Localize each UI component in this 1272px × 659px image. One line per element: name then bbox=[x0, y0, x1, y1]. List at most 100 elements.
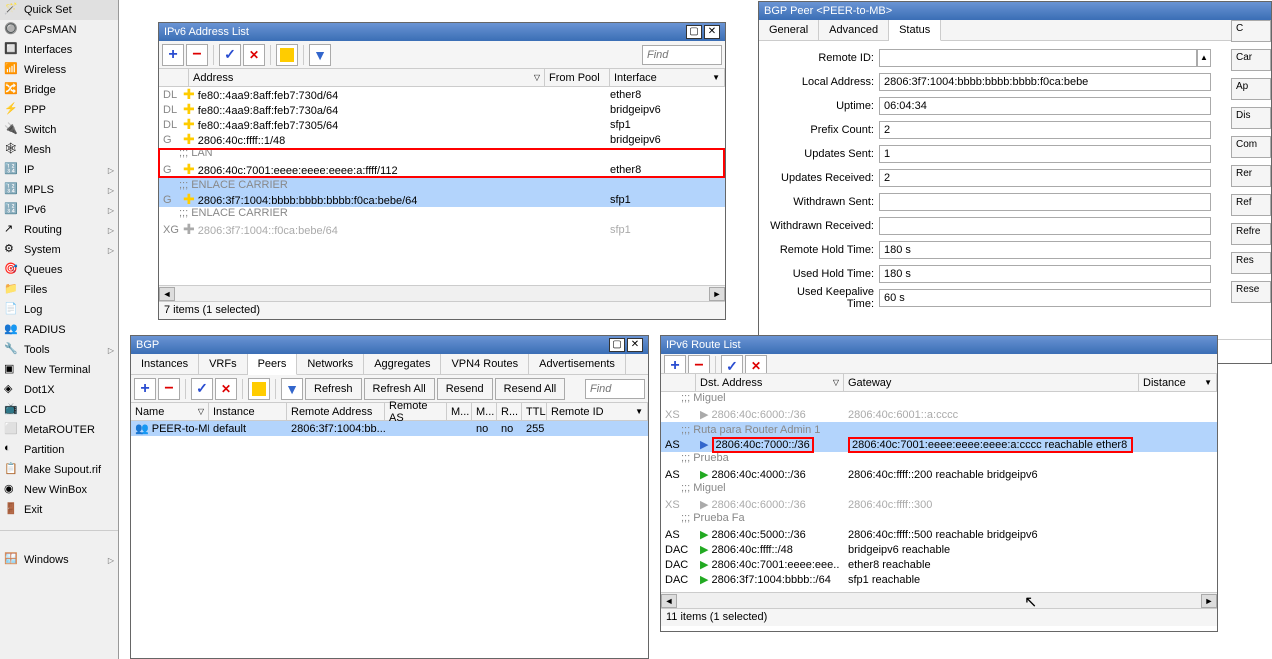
sidebar-item-ipv6[interactable]: 🔢IPv6▷ bbox=[0, 200, 118, 220]
resend-all-button[interactable]: Resend All bbox=[495, 378, 566, 400]
field-input[interactable] bbox=[879, 145, 1211, 163]
comment-button[interactable] bbox=[248, 378, 270, 400]
side-button-5[interactable]: Rer bbox=[1231, 165, 1271, 187]
tab-vpn4-routes[interactable]: VPN4 Routes bbox=[441, 354, 529, 374]
field-input[interactable] bbox=[879, 289, 1211, 307]
sidebar-item-log[interactable]: 📄Log bbox=[0, 300, 118, 320]
field-input[interactable] bbox=[879, 193, 1211, 211]
address-row[interactable]: DL✚ fe80::4aa9:8aff:feb7:7305/64sfp1 bbox=[159, 117, 725, 132]
bgppeer-titlebar[interactable]: BGP Peer <PEER-to-MB> bbox=[759, 2, 1271, 20]
field-input[interactable] bbox=[879, 97, 1211, 115]
sidebar-item-ppp[interactable]: ⚡PPP bbox=[0, 100, 118, 120]
sidebar-item-interfaces[interactable]: 🔲Interfaces bbox=[0, 40, 118, 60]
address-row[interactable]: DL✚ fe80::4aa9:8aff:feb7:730d/64ether8 bbox=[159, 87, 725, 102]
sidebar-item-radius[interactable]: 👥RADIUS bbox=[0, 320, 118, 340]
enable-button[interactable]: ✓ bbox=[219, 44, 241, 66]
sidebar-item-ip[interactable]: 🔢IP▷ bbox=[0, 160, 118, 180]
tab-advanced[interactable]: Advanced bbox=[819, 20, 889, 40]
route-row[interactable]: XS▶ 2806:40c:6000::/362806:40c:ffff::300 bbox=[661, 497, 1217, 512]
sidebar-item-wireless[interactable]: 📶Wireless bbox=[0, 60, 118, 80]
sidebar-item-queues[interactable]: 🎯Queues bbox=[0, 260, 118, 280]
col-m2[interactable]: M... bbox=[472, 403, 497, 420]
tab-general[interactable]: General bbox=[759, 20, 819, 40]
side-button-8[interactable]: Res bbox=[1231, 252, 1271, 274]
col-m1[interactable]: M... bbox=[447, 403, 472, 420]
add-button[interactable]: + bbox=[162, 44, 184, 66]
field-input[interactable] bbox=[879, 121, 1211, 139]
sidebar-item-tools[interactable]: 🔧Tools▷ bbox=[0, 340, 118, 360]
col-address[interactable]: Address▽ bbox=[189, 69, 545, 86]
close-button[interactable]: ✕ bbox=[704, 25, 720, 39]
comment-button[interactable] bbox=[276, 44, 298, 66]
col-instance[interactable]: Instance bbox=[209, 403, 287, 420]
ipv6addr-titlebar[interactable]: IPv6 Address List ▢ ✕ bbox=[159, 23, 725, 41]
comment-row[interactable]: ;;; ENLACE CARRIER bbox=[159, 177, 725, 192]
sidebar-item-switch[interactable]: 🔌Switch bbox=[0, 120, 118, 140]
side-button-2[interactable]: Ap bbox=[1231, 78, 1271, 100]
col-name[interactable]: Name▽ bbox=[131, 403, 209, 420]
side-button-0[interactable]: C bbox=[1231, 20, 1271, 42]
field-input[interactable] bbox=[879, 217, 1211, 235]
side-button-4[interactable]: Com bbox=[1231, 136, 1271, 158]
col-ttl[interactable]: TTL bbox=[522, 403, 547, 420]
enable-button[interactable]: ✓ bbox=[721, 355, 743, 374]
refresh-all-button[interactable]: Refresh All bbox=[364, 378, 435, 400]
comment-row[interactable]: ;;; ENLACE CARRIER bbox=[159, 207, 725, 222]
side-button-6[interactable]: Ref bbox=[1231, 194, 1271, 216]
side-button-1[interactable]: Car bbox=[1231, 49, 1271, 71]
sidebar-item-make-supout.rif[interactable]: 📋Make Supout.rif bbox=[0, 460, 118, 480]
comment-row[interactable]: ;;; Miguel bbox=[661, 392, 1217, 407]
sidebar-item-windows[interactable]: 🪟 Windows ▷ bbox=[0, 550, 118, 570]
col-distance[interactable]: Distance▼ bbox=[1139, 374, 1217, 391]
side-button-7[interactable]: Refre bbox=[1231, 223, 1271, 245]
tab-vrfs[interactable]: VRFs bbox=[199, 354, 248, 374]
field-input[interactable] bbox=[879, 241, 1211, 259]
col-interface[interactable]: Interface▼ bbox=[610, 69, 725, 86]
route-row[interactable]: AS▶ 2806:40c:4000::/362806:40c:ffff::200… bbox=[661, 467, 1217, 482]
refresh-button[interactable]: Refresh bbox=[305, 378, 362, 400]
remove-button[interactable]: − bbox=[186, 44, 208, 66]
col-gateway[interactable]: Gateway bbox=[844, 374, 1139, 391]
add-button[interactable]: + bbox=[134, 378, 156, 400]
disable-button[interactable]: ✕ bbox=[215, 378, 237, 400]
col-r[interactable]: R... bbox=[497, 403, 522, 420]
up-arrow[interactable]: ▲ bbox=[1197, 49, 1211, 67]
col-remote-as[interactable]: Remote AS bbox=[385, 403, 447, 420]
address-row[interactable]: G✚ 2806:40c:ffff::1/48bridgeipv6 bbox=[159, 132, 725, 147]
close-button[interactable]: ✕ bbox=[627, 338, 643, 352]
sidebar-item-bridge[interactable]: 🔀Bridge bbox=[0, 80, 118, 100]
address-row[interactable]: XG✚ 2806:3f7:1004::f0ca:bebe/64sfp1 bbox=[159, 222, 725, 237]
sidebar-item-system[interactable]: ⚙System▷ bbox=[0, 240, 118, 260]
field-input[interactable] bbox=[879, 169, 1211, 187]
route-row[interactable]: DAC▶ 2806:40c:ffff::/48bridgeipv6 reacha… bbox=[661, 542, 1217, 557]
tab-instances[interactable]: Instances bbox=[131, 354, 199, 374]
h-scrollbar[interactable]: ◄► bbox=[159, 285, 725, 301]
filter-button[interactable]: ▼ bbox=[309, 44, 331, 66]
col-frompool[interactable]: From Pool bbox=[545, 69, 610, 86]
address-row[interactable]: G✚ 2806:40c:7001:eeee:eeee:eeee:a:ffff/1… bbox=[159, 162, 725, 177]
resend-button[interactable]: Resend bbox=[437, 378, 493, 400]
remove-button[interactable]: − bbox=[688, 355, 710, 374]
sidebar-item-capsman[interactable]: 🔘CAPsMAN bbox=[0, 20, 118, 40]
remove-button[interactable]: − bbox=[158, 378, 180, 400]
ipv6route-titlebar[interactable]: IPv6 Route List bbox=[661, 336, 1217, 354]
bgp-titlebar[interactable]: BGP ▢ ✕ bbox=[131, 336, 648, 354]
sidebar-item-new-terminal[interactable]: ▣New Terminal bbox=[0, 360, 118, 380]
disable-button[interactable]: ✕ bbox=[243, 44, 265, 66]
route-row[interactable]: AS▶ 2806:40c:5000::/362806:40c:ffff::500… bbox=[661, 527, 1217, 542]
route-row[interactable]: DAC▶ 2806:40c:7001:eeee:eee..ether8 reac… bbox=[661, 557, 1217, 572]
minimize-button[interactable]: ▢ bbox=[686, 25, 702, 39]
tab-status[interactable]: Status bbox=[889, 20, 941, 41]
find-input[interactable] bbox=[642, 45, 722, 65]
sidebar-item-quick-set[interactable]: 🪄Quick Set bbox=[0, 0, 118, 20]
sidebar-item-partition[interactable]: ◐Partition bbox=[0, 440, 118, 460]
comment-row[interactable]: ;;; Ruta para Router Admin 1 bbox=[661, 422, 1217, 437]
minimize-button[interactable]: ▢ bbox=[609, 338, 625, 352]
sidebar-item-metarouter[interactable]: ⬜MetaROUTER bbox=[0, 420, 118, 440]
address-row[interactable]: G✚ 2806:3f7:1004:bbbb:bbbb:bbbb:f0ca:beb… bbox=[159, 192, 725, 207]
find-input[interactable] bbox=[585, 379, 645, 399]
filter-button[interactable]: ▼ bbox=[281, 378, 303, 400]
tab-networks[interactable]: Networks bbox=[297, 354, 364, 374]
field-input[interactable] bbox=[879, 265, 1211, 283]
sidebar-item-files[interactable]: 📁Files bbox=[0, 280, 118, 300]
